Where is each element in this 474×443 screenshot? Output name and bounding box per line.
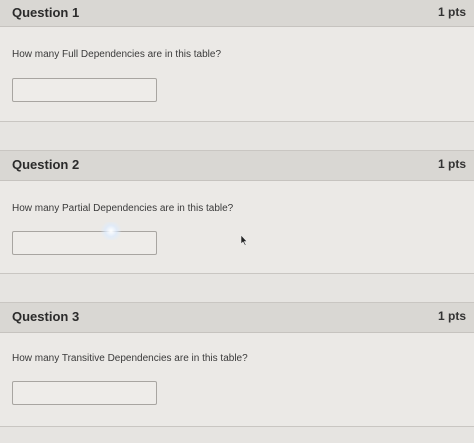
question-3-points: 1 pts [437,309,466,323]
question-1-answer-input[interactable] [12,78,157,102]
question-2-answer-input[interactable] [12,231,157,255]
question-3-title: Question 3 [12,309,80,324]
question-1-text: How many Full Dependencies are in this t… [12,49,221,60]
mouse-pointer-icon [240,233,248,251]
question-3: Question 3 1 pts How many Transitive Dep… [0,302,474,427]
question-2-title: Question 2 [12,157,80,172]
question-2-text: How many Partial Dependencies are in thi… [12,203,234,214]
question-2-points: 1 pts [437,157,466,171]
question-2-header: Question 2 1 pts [0,151,474,181]
question-3-header: Question 3 1 pts [0,303,474,333]
question-3-text: How many Transitive Dependencies are in … [12,353,248,364]
screen-glare [100,222,122,240]
question-3-answer-input[interactable] [12,381,157,405]
quiz-page: Question 1 1 pts How many Full Dependenc… [0,0,474,443]
question-2: Question 2 1 pts How many Partial Depend… [0,150,474,274]
question-1-title: Question 1 [12,5,80,20]
question-1-header: Question 1 1 pts [0,0,474,27]
question-1: Question 1 1 pts How many Full Dependenc… [0,0,474,122]
question-1-points: 1 pts [437,5,466,19]
